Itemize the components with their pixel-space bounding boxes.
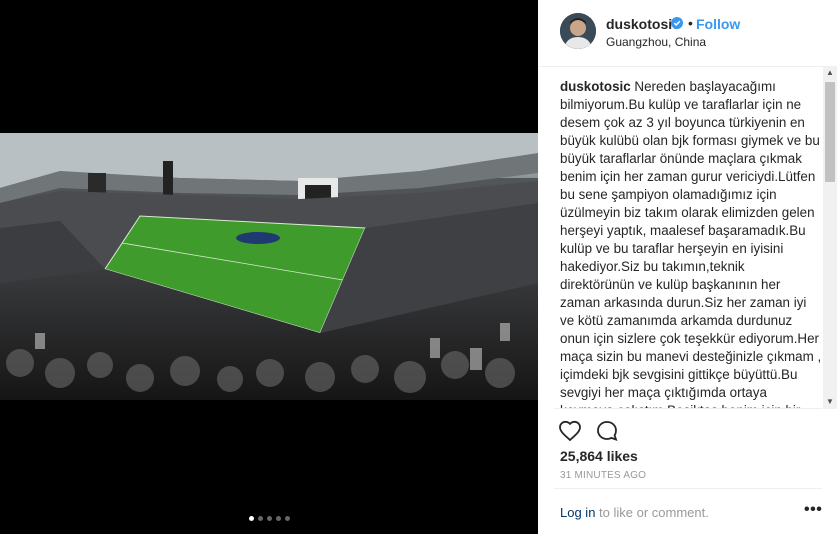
post-details-panel: duskotosic • Follow Guangzhou, China dus… bbox=[538, 0, 837, 534]
separator-dot: • bbox=[688, 15, 693, 31]
avatar[interactable] bbox=[560, 13, 596, 49]
caption-area[interactable]: duskotosic Nereden başlayacağımı bilmiyo… bbox=[560, 78, 822, 408]
likes-count[interactable]: 25,864 likes bbox=[560, 448, 638, 464]
scroll-up-arrow-icon[interactable]: ▲ bbox=[823, 66, 837, 80]
divider bbox=[554, 488, 822, 489]
stadium-photo bbox=[0, 133, 538, 400]
scrollbar-thumb[interactable] bbox=[825, 82, 835, 182]
post-media[interactable] bbox=[0, 0, 538, 534]
login-prompt: Log in to like or comment. bbox=[560, 505, 709, 520]
scroll-down-arrow-icon[interactable]: ▼ bbox=[823, 395, 837, 409]
caption-username[interactable]: duskotosic bbox=[560, 79, 631, 94]
login-link[interactable]: Log in bbox=[560, 505, 595, 520]
post-timestamp[interactable]: 31 MINUTES AGO bbox=[560, 470, 646, 481]
more-options-icon[interactable]: ••• bbox=[804, 502, 822, 518]
caption: duskotosic Nereden başlayacağımı bilmiyo… bbox=[560, 78, 822, 408]
carousel-dot[interactable] bbox=[248, 516, 254, 521]
caption-text: Nereden başlayacağımı bilmiyorum.Bu kulü… bbox=[560, 79, 822, 408]
post-header: duskotosic • Follow Guangzhou, China bbox=[538, 0, 837, 67]
carousel-dot[interactable] bbox=[284, 516, 290, 521]
heart-outline-icon[interactable] bbox=[558, 419, 582, 443]
carousel-dot[interactable] bbox=[257, 516, 263, 521]
follow-button[interactable]: Follow bbox=[696, 16, 740, 32]
comment-bubble-icon[interactable] bbox=[595, 419, 619, 443]
verified-badge-icon bbox=[671, 17, 683, 29]
caption-scrollbar[interactable]: ▲ ▼ bbox=[823, 66, 837, 409]
location-link[interactable]: Guangzhou, China bbox=[606, 35, 706, 49]
carousel-dot[interactable] bbox=[266, 516, 272, 521]
login-prompt-text: to like or comment. bbox=[595, 505, 709, 520]
carousel-dots[interactable] bbox=[0, 516, 538, 521]
divider bbox=[554, 408, 822, 409]
username[interactable]: duskotosic bbox=[606, 16, 680, 32]
carousel-dot[interactable] bbox=[275, 516, 281, 521]
